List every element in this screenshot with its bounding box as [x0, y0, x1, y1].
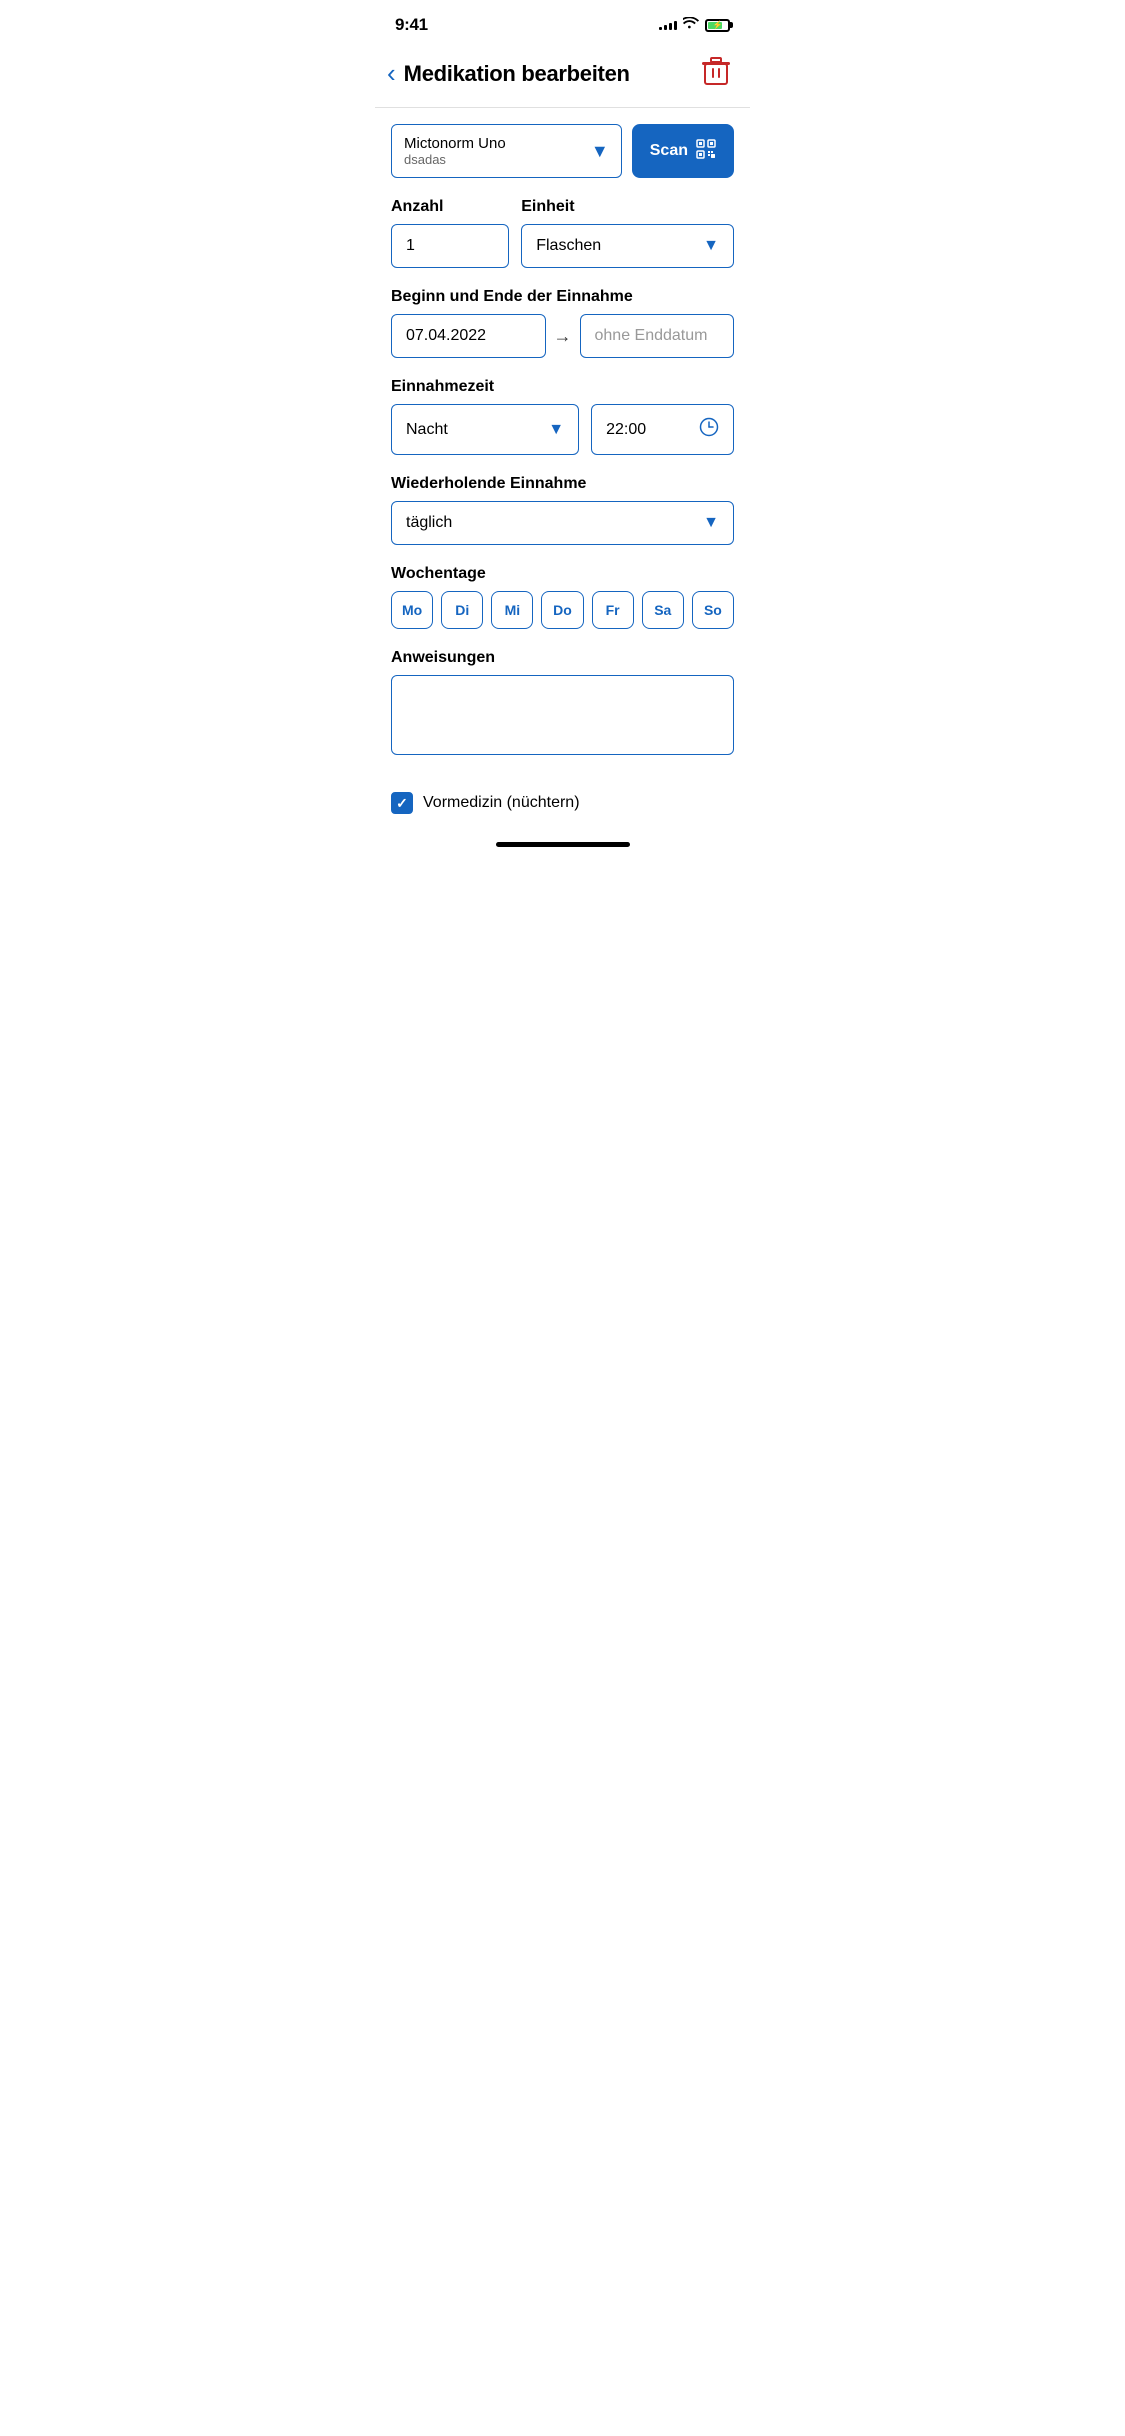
status-time: 9:41 — [395, 15, 428, 35]
battery-icon: ⚡ — [705, 19, 730, 32]
nav-left: ‹ Medikation bearbeiten — [383, 58, 630, 90]
wifi-icon — [683, 17, 699, 33]
vormedizin-label: Vormedizin (nüchtern) — [423, 794, 580, 812]
time-picker[interactable]: 22:00 — [591, 404, 734, 455]
medication-dropdown[interactable]: Mictonorm Uno dsadas ▼ — [391, 124, 622, 178]
anzahl-label: Anzahl — [391, 198, 509, 216]
start-date-input[interactable]: 07.04.2022 — [391, 314, 546, 358]
start-date-value: 07.04.2022 — [406, 327, 486, 344]
datum-label: Beginn und Ende der Einnahme — [391, 288, 734, 306]
wochentage-label: Wochentage — [391, 565, 734, 583]
medication-row: Mictonorm Uno dsadas ▼ Scan — [391, 124, 734, 178]
medication-dropdown-arrow-icon: ▼ — [591, 141, 609, 162]
day-button-sa[interactable]: Sa — [642, 591, 684, 629]
back-button[interactable]: ‹ — [383, 58, 400, 90]
scan-button[interactable]: Scan — [632, 124, 734, 178]
trash-icon — [702, 56, 730, 86]
nav-bar: ‹ Medikation bearbeiten — [375, 44, 750, 108]
clock-icon — [699, 417, 719, 442]
wiederholende-label: Wiederholende Einnahme — [391, 475, 734, 493]
anzahl-input[interactable] — [391, 224, 509, 268]
einheit-column: Einheit Flaschen ▼ — [521, 198, 734, 268]
anzahl-einheit-row: Anzahl Einheit Flaschen ▼ — [391, 198, 734, 268]
day-button-mi[interactable]: Mi — [491, 591, 533, 629]
einheit-dropdown[interactable]: Flaschen ▼ — [521, 224, 734, 268]
einnahmezeit-period-value: Nacht — [406, 421, 448, 439]
wiederholende-dropdown-arrow-icon: ▼ — [703, 514, 719, 532]
anweisungen-section: Anweisungen — [391, 649, 734, 760]
end-date-input[interactable]: ohne Enddatum — [580, 314, 735, 358]
einnahmezeit-label: Einnahmezeit — [391, 378, 734, 396]
qr-code-icon — [696, 139, 716, 164]
delete-button[interactable] — [698, 52, 734, 95]
checkbox-check-icon: ✓ — [396, 795, 408, 812]
einnahmezeit-row: Nacht ▼ 22:00 — [391, 404, 734, 455]
home-indicator — [496, 842, 630, 847]
medication-subtitle: dsadas — [404, 152, 506, 167]
home-indicator-area — [375, 826, 750, 863]
einheit-label: Einheit — [521, 198, 734, 216]
end-date-placeholder: ohne Enddatum — [595, 327, 708, 344]
back-chevron-icon: ‹ — [387, 60, 396, 86]
status-bar: 9:41 ⚡ — [375, 0, 750, 44]
einnahmezeit-period-dropdown[interactable]: Nacht ▼ — [391, 404, 579, 455]
day-button-do[interactable]: Do — [541, 591, 583, 629]
einnahmezeit-dropdown-arrow-icon: ▼ — [548, 421, 564, 439]
datum-section: Beginn und Ende der Einnahme 07.04.2022 … — [391, 288, 734, 358]
day-button-di[interactable]: Di — [441, 591, 483, 629]
wiederholende-dropdown[interactable]: täglich ▼ — [391, 501, 734, 545]
vormedizin-row: ✓ Vormedizin (nüchtern) — [375, 780, 750, 826]
day-button-mo[interactable]: Mo — [391, 591, 433, 629]
date-separator-icon: → — [554, 326, 572, 347]
scan-button-label: Scan — [650, 142, 688, 160]
einheit-dropdown-arrow-icon: ▼ — [703, 237, 719, 255]
medication-name: Mictonorm Uno — [404, 135, 506, 152]
wochentage-section: Wochentage Mo Di Mi Do Fr Sa So — [391, 565, 734, 629]
anweisungen-textarea[interactable] — [391, 675, 734, 755]
page-title: Medikation bearbeiten — [404, 61, 630, 87]
wochentage-row: Mo Di Mi Do Fr Sa So — [391, 591, 734, 629]
content-area: Mictonorm Uno dsadas ▼ Scan — [375, 108, 750, 760]
anzahl-column: Anzahl — [391, 198, 509, 268]
status-icons: ⚡ — [659, 17, 730, 33]
day-button-so[interactable]: So — [692, 591, 734, 629]
medication-name-container: Mictonorm Uno dsadas — [404, 135, 506, 167]
einheit-value: Flaschen — [536, 237, 601, 255]
signal-bars-icon — [659, 21, 677, 30]
day-button-fr[interactable]: Fr — [592, 591, 634, 629]
wiederholende-section: Wiederholende Einnahme täglich ▼ — [391, 475, 734, 545]
einnahmezeit-section: Einnahmezeit Nacht ▼ 22:00 — [391, 378, 734, 455]
wiederholende-value: täglich — [406, 514, 452, 532]
vormedizin-checkbox[interactable]: ✓ — [391, 792, 413, 814]
time-value: 22:00 — [606, 421, 646, 439]
date-row: 07.04.2022 → ohne Enddatum — [391, 314, 734, 358]
anweisungen-label: Anweisungen — [391, 649, 734, 667]
